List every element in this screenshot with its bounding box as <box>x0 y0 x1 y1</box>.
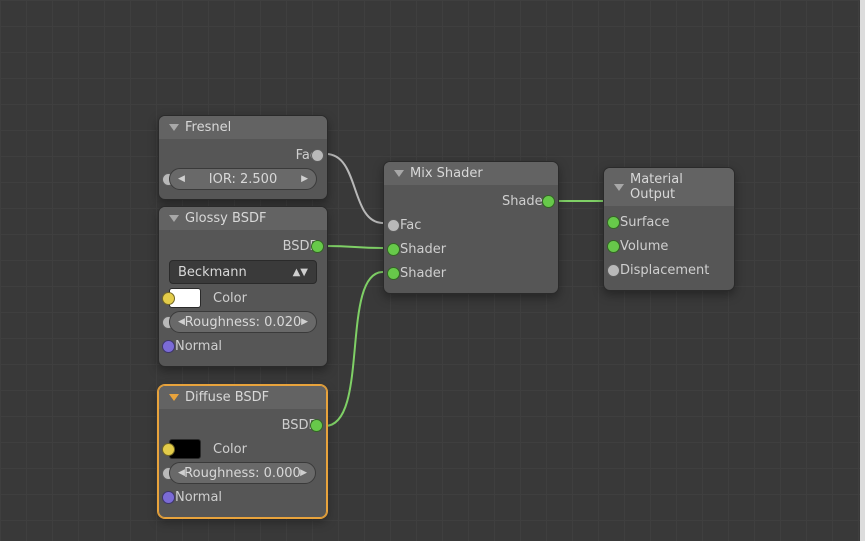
collapse-icon[interactable] <box>169 394 179 401</box>
chevron-right-icon[interactable]: ▶ <box>301 174 308 184</box>
node-header[interactable]: Glossy BSDF <box>159 207 327 230</box>
input-row-displacement: Displacement <box>614 258 724 282</box>
node-diffuse-bsdf[interactable]: Diffuse BSDF BSDF Color ◀ Roughness: 0.0… <box>158 385 327 518</box>
ior-value-slider[interactable]: ◀ IOR: 2.500 ▶ <box>169 168 317 190</box>
node-header[interactable]: Mix Shader <box>384 162 558 185</box>
input-row-ior: ◀ IOR: 2.500 ▶ <box>169 167 317 191</box>
distribution-select[interactable]: Beckmann ▲▼ <box>169 260 317 284</box>
input-row-normal: Normal <box>169 334 317 358</box>
node-header[interactable]: Diffuse BSDF <box>159 386 326 409</box>
socket-in-surface[interactable] <box>607 216 620 229</box>
node-header[interactable]: Fresnel <box>159 116 327 139</box>
node-mix-shader[interactable]: Mix Shader Shader Fac Shader Shader <box>383 161 559 294</box>
input-row-volume: Volume <box>614 234 724 258</box>
output-row-bsdf: BSDF <box>169 234 317 258</box>
socket-in-normal[interactable] <box>162 491 175 504</box>
output-row-fac: Fac <box>169 143 317 167</box>
node-fresnel[interactable]: Fresnel Fac ◀ IOR: 2.500 ▶ <box>158 115 328 200</box>
node-title: Fresnel <box>185 120 231 135</box>
chevron-right-icon[interactable]: ▶ <box>301 317 308 327</box>
socket-in-volume[interactable] <box>607 240 620 253</box>
input-row-shader2: Shader <box>394 261 548 285</box>
socket-in-color[interactable] <box>162 292 175 305</box>
collapse-icon[interactable] <box>614 184 624 191</box>
socket-in-shader2[interactable] <box>387 267 400 280</box>
node-title: Diffuse BSDF <box>185 390 269 405</box>
socket-out-shader[interactable] <box>542 195 555 208</box>
chevron-right-icon[interactable]: ▶ <box>300 468 307 478</box>
node-title: Glossy BSDF <box>185 211 266 226</box>
roughness-value-slider[interactable]: ◀ Roughness: 0.000 ▶ <box>169 462 316 484</box>
node-glossy-bsdf[interactable]: Glossy BSDF BSDF Beckmann ▲▼ Color <box>158 206 328 367</box>
socket-in-displacement[interactable] <box>607 264 620 277</box>
collapse-icon[interactable] <box>394 170 404 177</box>
input-row-roughness: ◀ Roughness: 0.020 ▶ <box>169 310 317 334</box>
chevron-left-icon[interactable]: ◀ <box>178 317 185 327</box>
node-title: Material Output <box>630 172 724 202</box>
input-row-normal: Normal <box>169 485 316 509</box>
panel-edge[interactable] <box>860 0 865 541</box>
collapse-icon[interactable] <box>169 215 179 222</box>
chevron-left-icon[interactable]: ◀ <box>178 468 185 478</box>
collapse-icon[interactable] <box>169 124 179 131</box>
input-row-shader1: Shader <box>394 237 548 261</box>
output-row-bsdf: BSDF <box>169 413 316 437</box>
socket-in-shader1[interactable] <box>387 243 400 256</box>
socket-out-bsdf[interactable] <box>311 240 324 253</box>
node-header[interactable]: Material Output <box>604 168 734 206</box>
node-title: Mix Shader <box>410 166 483 181</box>
socket-in-fac[interactable] <box>387 219 400 232</box>
roughness-value-slider[interactable]: ◀ Roughness: 0.020 ▶ <box>169 311 317 333</box>
input-row-color: Color <box>169 286 317 310</box>
socket-in-normal[interactable] <box>162 340 175 353</box>
node-editor-canvas[interactable]: Fresnel Fac ◀ IOR: 2.500 ▶ Glossy BSDF <box>0 0 865 541</box>
output-row-shader: Shader <box>394 189 548 213</box>
chevron-left-icon[interactable]: ◀ <box>178 174 185 184</box>
node-material-output[interactable]: Material Output Surface Volume Displacem… <box>603 167 735 291</box>
input-row-color: Color <box>169 437 316 461</box>
input-row-surface: Surface <box>614 210 724 234</box>
socket-out-fac[interactable] <box>311 149 324 162</box>
socket-out-bsdf[interactable] <box>310 419 323 432</box>
distribution-row: Beckmann ▲▼ <box>169 258 317 286</box>
input-row-roughness: ◀ Roughness: 0.000 ▶ <box>169 461 316 485</box>
updown-icon: ▲▼ <box>293 267 308 278</box>
socket-in-color[interactable] <box>162 443 175 456</box>
input-row-fac: Fac <box>394 213 548 237</box>
